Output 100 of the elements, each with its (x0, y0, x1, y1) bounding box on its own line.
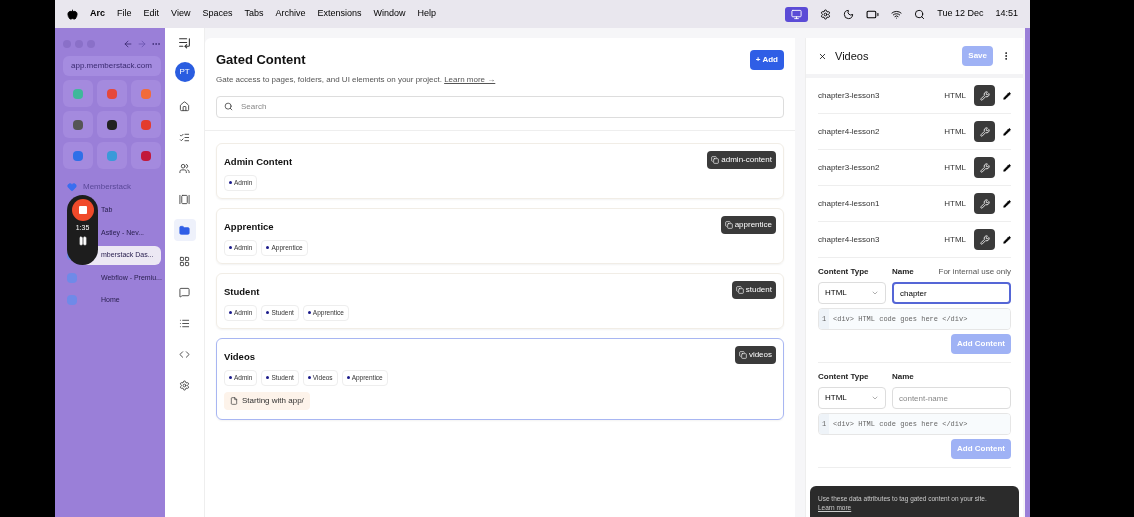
content-name: chapter4-lesson3 (818, 233, 881, 246)
menu-item[interactable]: View (171, 7, 191, 21)
edit-icon[interactable] (1003, 235, 1011, 244)
back-icon[interactable] (123, 39, 133, 49)
menu-item[interactable]: Arc (90, 7, 105, 21)
chevron-down-icon (871, 289, 879, 297)
url-bar[interactable]: app.memberstack.com (63, 56, 161, 76)
nav-item[interactable] (173, 219, 196, 241)
menu-item[interactable]: Window (373, 7, 406, 21)
field-label: Name (892, 371, 915, 383)
close-icon[interactable] (818, 51, 827, 61)
menu-item[interactable]: Extensions (317, 7, 362, 21)
search-field[interactable]: Search (216, 95, 784, 118)
url-rule-tag: Starting with app/ (224, 391, 310, 410)
field-label: Name (892, 266, 915, 278)
settings-icon (179, 379, 190, 391)
chevron-down-icon (871, 394, 879, 402)
copy-icon (738, 350, 747, 359)
wrench-icon (979, 162, 990, 173)
content-type: HTML (944, 89, 966, 102)
pinned-tab[interactable] (97, 111, 127, 138)
home-icon (179, 100, 190, 112)
field-hint: For internal use only (938, 266, 1011, 278)
heart-icon (67, 182, 77, 192)
tools-button[interactable] (974, 193, 995, 214)
cards-icon (179, 193, 190, 205)
favicon-icon (67, 272, 77, 283)
tools-button[interactable] (974, 85, 995, 106)
search-icon (224, 101, 233, 111)
folder-icon (179, 224, 190, 236)
moon-icon[interactable] (843, 8, 855, 20)
apple-icon[interactable] (67, 8, 78, 20)
site-icon (141, 119, 151, 130)
menu-item[interactable]: Help (417, 7, 437, 21)
edit-icon[interactable] (1003, 127, 1011, 136)
learn-more-link[interactable]: Learn more → (444, 74, 496, 84)
file-icon (230, 396, 238, 405)
gear-icon[interactable] (820, 8, 832, 20)
site-icon (141, 150, 151, 161)
edit-icon[interactable] (1003, 163, 1011, 172)
wrench-icon (979, 126, 990, 137)
group-title: Student (224, 284, 260, 299)
wrench-icon (979, 198, 990, 209)
copy-icon (724, 220, 733, 229)
chat-icon (179, 286, 190, 298)
add-button[interactable]: + Add (749, 50, 784, 70)
content-name: chapter3-lesson2 (818, 161, 881, 174)
pinned-tab[interactable] (63, 111, 93, 138)
checklist-icon (179, 131, 190, 143)
avatar[interactable]: PT (174, 62, 195, 82)
site-icon (107, 88, 117, 99)
site-icon (73, 119, 83, 130)
page-subtitle: Gate access to pages, folders, and UI elements on your project. Learn more → (216, 73, 496, 86)
tools-button[interactable] (974, 121, 995, 142)
wrench-icon (979, 90, 990, 101)
pause-icon[interactable] (77, 235, 88, 246)
menu-item[interactable]: Archive (275, 7, 306, 21)
content-type: HTML (944, 233, 966, 246)
edit-icon[interactable] (1003, 91, 1011, 100)
wifi-icon[interactable] (891, 8, 903, 20)
collapse-icon[interactable] (178, 36, 191, 49)
group-id-badge[interactable]: admin-content (707, 150, 776, 169)
content-type: HTML (944, 197, 966, 210)
site-icon (107, 119, 117, 130)
favicon-icon (67, 295, 77, 306)
copy-icon (711, 155, 720, 164)
menu-item[interactable]: Tabs (244, 7, 264, 21)
field-label: Content Type (818, 266, 870, 278)
tools-button[interactable] (974, 157, 995, 178)
code-icon (179, 348, 190, 360)
group-id-badge[interactable]: videos (734, 345, 776, 364)
menu-item[interactable]: Spaces (202, 7, 233, 21)
menu-time: 14:51 (995, 7, 1018, 21)
edit-icon[interactable] (1003, 199, 1011, 208)
stop-button[interactable] (71, 199, 94, 221)
grid-icon (179, 255, 190, 267)
group-id-badge[interactable]: student (731, 280, 776, 299)
list-icon (179, 317, 190, 329)
field-label: Content Type (818, 371, 870, 383)
site-icon (107, 150, 117, 161)
content-type: HTML (944, 125, 966, 138)
content-name: chapter3-lesson3 (818, 89, 881, 102)
site-icon (73, 88, 83, 99)
menu-item[interactable]: File (117, 7, 132, 21)
tools-button[interactable] (974, 229, 995, 250)
content-name: chapter4-lesson2 (818, 125, 881, 138)
search-icon[interactable] (914, 8, 926, 20)
group-title: Apprentice (224, 219, 274, 234)
menu-item[interactable]: Edit (143, 7, 160, 21)
site-icon (73, 150, 83, 161)
screen-share-icon[interactable] (785, 6, 809, 22)
wrench-icon (979, 234, 990, 245)
group-title: Videos (224, 349, 255, 364)
group-title: Admin Content (224, 154, 293, 169)
page-title: Gated Content (216, 51, 307, 69)
copy-icon (735, 285, 744, 294)
group-id-badge[interactable]: apprentice (720, 215, 776, 234)
site-icon (141, 88, 151, 99)
menu-date: Tue 12 Dec (937, 7, 984, 21)
panel-title: Videos (835, 48, 870, 64)
